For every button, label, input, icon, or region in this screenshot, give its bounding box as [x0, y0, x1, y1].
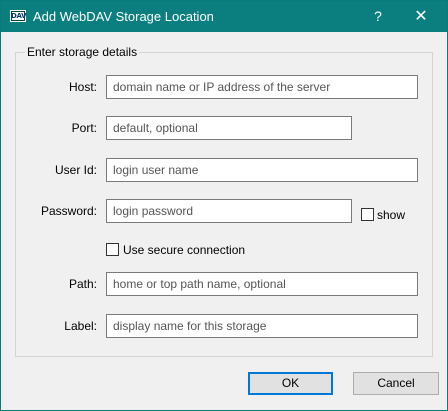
window-title: Add WebDAV Storage Location — [33, 9, 214, 24]
secure-connection-checkbox[interactable] — [106, 243, 119, 256]
port-input[interactable]: default, optional — [106, 116, 352, 140]
ok-button[interactable]: OK — [248, 372, 333, 395]
host-input[interactable]: domain name or IP address of the server — [106, 75, 418, 99]
help-button[interactable]: ? — [363, 4, 393, 29]
dialog-window: DAV Add WebDAV Storage Location ? ✕ Ente… — [0, 0, 448, 411]
group-title: Enter storage details — [25, 45, 140, 59]
password-label: Password: — [40, 204, 97, 218]
storage-label-input[interactable]: display name for this storage — [106, 314, 418, 338]
host-label: Host: — [68, 80, 97, 94]
label-label: Label: — [64, 319, 97, 333]
close-button[interactable]: ✕ — [401, 4, 441, 29]
user-id-label: User Id: — [54, 163, 97, 177]
path-input[interactable]: home or top path name, optional — [106, 272, 418, 296]
show-password-label[interactable]: show — [377, 208, 405, 222]
password-input[interactable]: login password — [106, 199, 352, 223]
secure-connection-label[interactable]: Use secure connection — [123, 243, 245, 257]
user-id-input[interactable]: login user name — [106, 158, 418, 182]
path-label: Path: — [68, 277, 97, 291]
cancel-button[interactable]: Cancel — [353, 372, 439, 395]
dav-app-icon: DAV — [10, 10, 27, 22]
show-password-checkbox[interactable] — [361, 208, 374, 221]
port-label: Port: — [71, 121, 97, 135]
title-bar[interactable]: DAV Add WebDAV Storage Location ? ✕ — [1, 1, 447, 32]
